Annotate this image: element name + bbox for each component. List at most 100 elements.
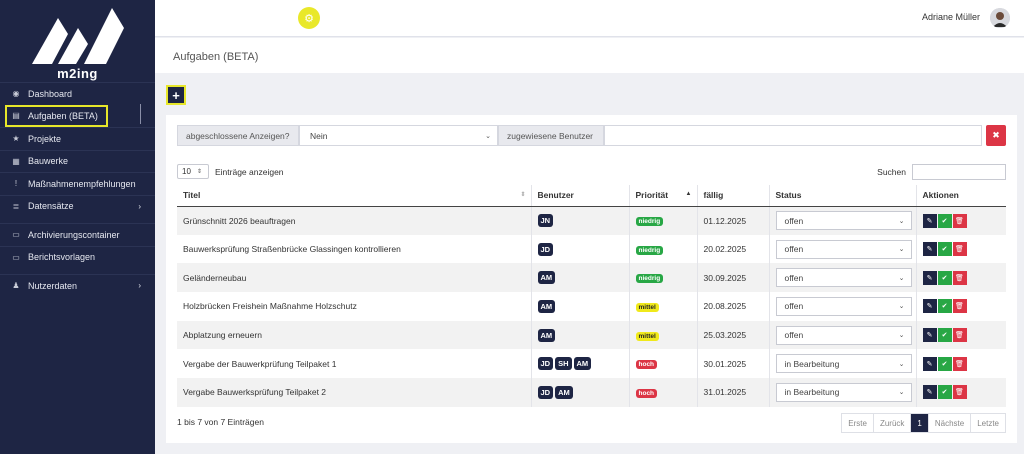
status-select[interactable]: offen ⌄ (775, 325, 912, 345)
task-title[interactable]: Bauwerksprüfung Straßenbrücke Glassingen… (183, 244, 401, 254)
due-date: 25.03.2025 (703, 330, 747, 341)
status-select[interactable]: offen ⌄ (775, 211, 912, 231)
chevron-down-icon: ⌄ (898, 217, 905, 225)
edit-button[interactable]: ✎ (922, 356, 937, 371)
task-title[interactable]: Grünschnitt 2026 beauftragen (183, 216, 295, 226)
status-select[interactable]: offen ⌄ (775, 239, 912, 259)
delete-button[interactable]: 🗑 (952, 385, 967, 400)
pagination-nächste[interactable]: Nächste (929, 414, 972, 432)
edit-button[interactable]: ✎ (922, 213, 937, 228)
pagination-erste[interactable]: Erste (842, 414, 874, 432)
brand-logo[interactable]: m2ing (0, 0, 155, 82)
check-icon: ✔ (941, 246, 948, 254)
sidebar-item-maßnahmenempfehlungen[interactable]: ! Maßnahmenempfehlungen (0, 172, 155, 195)
complete-button[interactable]: ✔ (937, 270, 952, 285)
sidebar-item-aufgaben-beta[interactable]: ▤ Aufgaben (BETA) (5, 104, 108, 127)
user-name[interactable]: Adriane Müller (922, 12, 980, 22)
logo-mark-icon (32, 8, 124, 64)
entries-length-select[interactable]: 10 ⇕ (177, 164, 209, 179)
assigned-users-label: zugewiesene Benutzer (498, 125, 604, 146)
sidebar-item-berichtsvorlagen[interactable]: ▭ Berichtsvorlagen (0, 245, 155, 269)
delete-button[interactable]: 🗑 (952, 213, 967, 228)
chevron-right-icon: › (138, 281, 141, 291)
task-title[interactable]: Geländerneubau (183, 273, 246, 283)
task-actions-cell: ✎ ✔ 🗑 (916, 349, 1006, 378)
complete-button[interactable]: ✔ (937, 385, 952, 400)
task-users-cell: AM (531, 320, 630, 350)
search-input[interactable] (912, 164, 1006, 180)
check-icon: ✔ (941, 274, 948, 282)
edit-button[interactable]: ✎ (922, 242, 937, 257)
task-status-cell: offen ⌄ (769, 234, 917, 264)
edit-button[interactable]: ✎ (922, 299, 937, 314)
delete-button[interactable]: 🗑 (952, 299, 967, 314)
delete-button[interactable]: 🗑 (952, 328, 967, 343)
status-value: offen (784, 301, 804, 312)
pagination-zurück[interactable]: Zurück (874, 414, 912, 432)
user-badge: AM (537, 271, 556, 285)
clear-filter-button[interactable]: ✖ (986, 125, 1006, 146)
task-actions-cell: ✎ ✔ 🗑 (916, 263, 1006, 293)
column-header-2[interactable]: Priorität ▲ (629, 185, 698, 207)
delete-button[interactable]: 🗑 (952, 242, 967, 257)
delete-button[interactable]: 🗑 (952, 356, 967, 371)
complete-button[interactable]: ✔ (937, 242, 952, 257)
pagination-current-page[interactable]: 1 (911, 414, 929, 432)
edit-button[interactable]: ✎ (922, 328, 937, 343)
task-title[interactable]: Abplatzung erneuern (183, 330, 262, 340)
task-priority-cell: hoch (629, 378, 698, 407)
due-date: 30.01.2025 (703, 358, 747, 369)
complete-button[interactable]: ✔ (937, 299, 952, 314)
sidebar-item-projekte[interactable]: ★ Projekte (0, 127, 155, 150)
pagination-letzte[interactable]: Letzte (971, 414, 1005, 432)
task-priority-cell: niedrig (629, 234, 698, 264)
task-title[interactable]: Holzbrücken Freishein Maßnahme Holzschut… (183, 301, 357, 311)
sidebar-item-label: Archivierungscontainer (28, 229, 120, 240)
avatar[interactable] (990, 8, 1010, 28)
task-title-cell: Geländerneubau (177, 263, 532, 293)
chevron-down-icon: ⌄ (898, 274, 905, 282)
sidebar-item-dashboard[interactable]: ◉ Dashboard (0, 82, 155, 105)
column-header-0[interactable]: Titel ⇕ (177, 185, 532, 207)
complete-button[interactable]: ✔ (937, 328, 952, 343)
assigned-users-input[interactable] (604, 125, 982, 146)
search-label: Suchen (877, 167, 906, 177)
column-header-1[interactable]: Benutzer (531, 185, 630, 207)
status-select[interactable]: offen ⌄ (775, 268, 912, 288)
complete-button[interactable]: ✔ (937, 213, 952, 228)
status-select[interactable]: in Bearbeitung ⌄ (775, 382, 912, 402)
task-users-cell: JN (531, 206, 630, 235)
user-icon: ♟ (12, 281, 20, 291)
sidebar-item-archivierungscontainer[interactable]: ▭ Archivierungscontainer (0, 223, 155, 246)
gear-icon: ⚙ (304, 12, 314, 25)
task-due-cell: 25.03.2025 (697, 320, 770, 350)
column-header-3[interactable]: fällig (697, 185, 770, 207)
check-icon: ✔ (941, 217, 948, 225)
task-title[interactable]: Vergabe Bauwerksprüfung Teilpaket 2 (183, 387, 326, 397)
exclamation-icon: ! (14, 179, 18, 189)
status-select[interactable]: offen ⌄ (775, 296, 912, 316)
settings-button[interactable]: ⚙ (298, 7, 320, 29)
sidebar-item-bauwerke[interactable]: ▦ Bauwerke (0, 149, 155, 173)
complete-button[interactable]: ✔ (937, 356, 952, 371)
status-select[interactable]: in Bearbeitung ⌄ (775, 354, 912, 374)
sort-arrows-icon: ⇕ (196, 169, 202, 175)
user-badge: AM (537, 328, 556, 342)
user-badge: JD (537, 242, 554, 256)
due-date: 31.01.2025 (703, 387, 747, 398)
report-icon: ▭ (12, 252, 20, 262)
delete-button[interactable]: 🗑 (952, 270, 967, 285)
completed-filter-select[interactable]: Nein ⌄ (299, 125, 498, 146)
sidebar-item-datensätze[interactable]: ≣ Datensätze › (0, 194, 155, 218)
edit-button[interactable]: ✎ (922, 385, 937, 400)
edit-button[interactable]: ✎ (922, 270, 937, 285)
check-icon: ✔ (941, 332, 948, 340)
add-task-button[interactable]: + (166, 85, 186, 105)
sidebar-item-nutzerdaten[interactable]: ♟ Nutzerdaten › (0, 274, 155, 297)
task-status-cell: offen ⌄ (769, 263, 917, 293)
task-title[interactable]: Vergabe der Bauwerkprüfung Teilpaket 1 (183, 359, 336, 369)
user-badge: JD (537, 357, 554, 371)
table-row: Grünschnitt 2026 beauftragen JN niedrig 01.… (177, 206, 1006, 235)
table-header-row: Titel ⇕ Benutzer Priorität ▲ fällig Status Akti… (177, 185, 1006, 207)
sidebar-item-label: Projekte (28, 133, 62, 144)
